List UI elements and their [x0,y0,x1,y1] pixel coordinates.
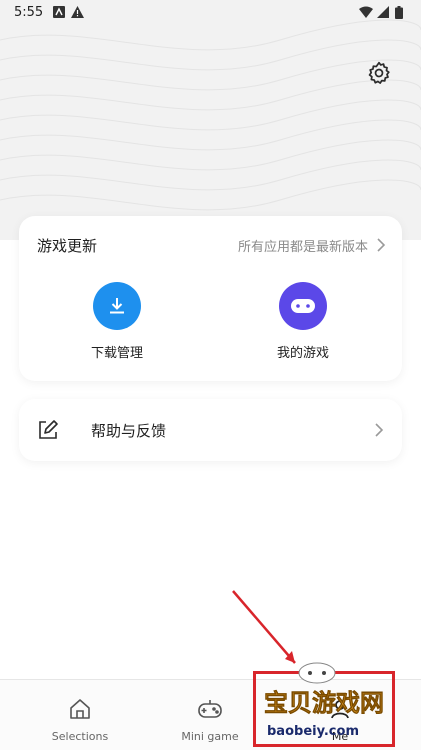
a-box-icon [53,6,66,18]
download-manager-button[interactable]: 下载管理 [57,282,177,372]
gamepad-icon [197,696,223,722]
nav-item-mini-game[interactable]: Mini game [160,680,260,750]
battery-icon [395,6,407,19]
nav-label-selections: Selections [51,730,109,743]
gear-icon [366,60,392,90]
signal-icon [377,6,389,18]
help-feedback-card: 帮助与反馈 [19,399,402,461]
game-updates-row[interactable]: 游戏更新 所有应用都是最新版本 [19,216,402,274]
watermark-title: 宝贝游戏网 [264,689,384,717]
wave-pattern [0,19,421,211]
my-games-button[interactable]: 我的游戏 [243,282,363,372]
wifi-icon [359,6,373,18]
game-updates-title: 游戏更新 [37,236,98,255]
header-background [0,0,421,240]
nav-item-selections[interactable]: Selections [30,680,130,750]
settings-button[interactable] [365,61,393,89]
watermark-url: baobeiy.com [267,724,359,739]
gamepad-icon [279,282,327,330]
game-updates-card: 游戏更新 所有应用都是最新版本 下载管理 我的游戏 [19,216,402,381]
warning-icon [71,6,85,18]
help-feedback-row[interactable]: 帮助与反馈 [19,399,402,461]
game-updates-status: 所有应用都是最新版本 [237,239,368,255]
edit-icon [37,419,59,441]
chevron-right-icon [374,422,384,438]
home-icon [67,696,93,722]
nav-label-mini-game: Mini game [181,730,239,743]
chevron-right-icon [376,237,386,253]
status-bar: 5:55 [0,0,421,24]
download-manager-label: 下载管理 [90,346,143,361]
download-icon [93,282,141,330]
watermark-gamepad-icon [298,662,336,684]
watermark-logo: 宝贝游戏网 baobeiy.com [264,662,384,739]
my-games-label: 我的游戏 [276,346,329,361]
help-feedback-label: 帮助与反馈 [91,421,167,440]
status-time: 5:55 [14,4,44,20]
